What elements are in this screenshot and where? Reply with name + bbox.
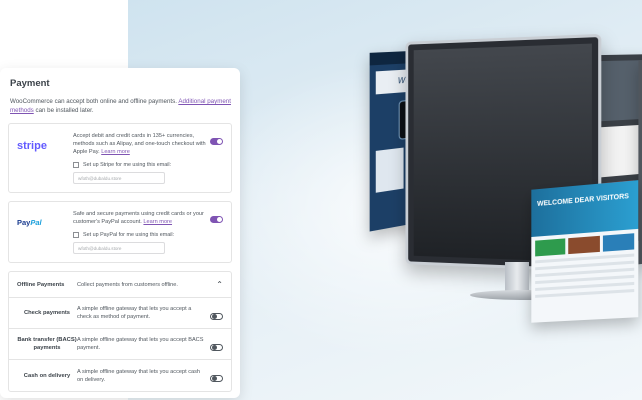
stripe-setup-checkbox-row[interactable]: Set up Stripe for me using this email:	[73, 162, 210, 168]
website-mockup-dark	[638, 59, 642, 265]
paypal-email-field[interactable]: wfoth@dubaldu.store	[73, 242, 165, 254]
stripe-description: Accept debit and credit cards in 135+ cu…	[73, 132, 210, 156]
stripe-description-text: Accept debit and credit cards in 135+ cu…	[73, 133, 206, 155]
paypal-gateway: PayPal Safe and secure payments using cr…	[8, 201, 232, 263]
paypal-setup-checkbox[interactable]	[73, 232, 79, 238]
page: Welcome to Our Site WELCOME DEAR VISITOR…	[0, 0, 642, 400]
offline-method-name: Bank transfer (BACS) payments	[17, 337, 77, 351]
offline-payments-header[interactable]: Offline Payments Collect payments from c…	[9, 272, 231, 298]
stripe-gateway: stripe Accept debit and credit cards in …	[8, 123, 232, 193]
cash-on-delivery-toggle[interactable]	[210, 375, 223, 382]
offline-method-description: A simple offline gateway that lets you a…	[77, 368, 201, 383]
stripe-email-field[interactable]: wfoth@dubaldu.store	[73, 172, 165, 184]
payment-title: Payment	[10, 78, 50, 89]
payment-intro: WooCommerce can accept both online and o…	[8, 97, 232, 115]
bacs-payments-toggle[interactable]	[210, 343, 223, 351]
offline-method-name: Cash on delivery	[23, 372, 71, 379]
stripe-setup-checkbox[interactable]	[73, 162, 79, 168]
stripe-toggle[interactable]	[210, 138, 223, 145]
offline-method-row: Cash on delivery A simple offline gatewa…	[9, 360, 231, 391]
payment-intro-suffix: can be installed later.	[35, 107, 94, 114]
payment-settings-card: Payment WooCommerce can accept both onli…	[0, 68, 240, 398]
offline-method-row: Bank transfer (BACS) payments A simple o…	[9, 329, 231, 360]
offline-method-name: Check payments	[23, 310, 71, 316]
check-payments-toggle[interactable]	[210, 312, 223, 320]
offline-payments-section: Offline Payments Collect payments from c…	[8, 271, 232, 392]
paypal-description: Safe and secure payments using credit ca…	[73, 210, 210, 226]
offline-method-description: A simple offline gateway that lets you a…	[77, 306, 192, 320]
offline-payments-description: Collect payments from customers offline.	[77, 281, 178, 288]
welcome-banner: WELCOME DEAR VISITORS	[531, 180, 639, 238]
paypal-logo-pal: Pal	[30, 218, 42, 227]
paypal-setup-checkbox-row[interactable]: Set up PayPal for me using this email:	[73, 232, 210, 238]
paypal-toggle[interactable]	[210, 216, 223, 223]
paypal-learn-more-link[interactable]: Learn more	[143, 219, 172, 225]
website-mockup-welcome: WELCOME DEAR VISITORS	[531, 180, 639, 323]
stripe-learn-more-link[interactable]: Learn more	[101, 149, 130, 155]
payment-intro-text: WooCommerce can accept both online and o…	[10, 98, 177, 105]
paypal-logo: PayPal	[17, 210, 73, 254]
offline-method-description: A simple offline gateway that lets you a…	[77, 337, 204, 351]
paypal-description-text: Safe and secure payments using credit ca…	[73, 211, 204, 225]
paypal-setup-label: Set up PayPal for me using this email:	[83, 232, 175, 238]
paypal-logo-pay: Pay	[17, 218, 31, 227]
stripe-logo: stripe	[17, 140, 47, 152]
offline-payments-title: Offline Payments	[17, 281, 65, 288]
offline-method-row: Check payments A simple offline gateway …	[9, 298, 231, 329]
monitor-stand	[505, 262, 529, 292]
chevron-up-icon[interactable]: ⌃	[216, 280, 223, 289]
stripe-setup-label: Set up Stripe for me using this email:	[83, 162, 172, 168]
